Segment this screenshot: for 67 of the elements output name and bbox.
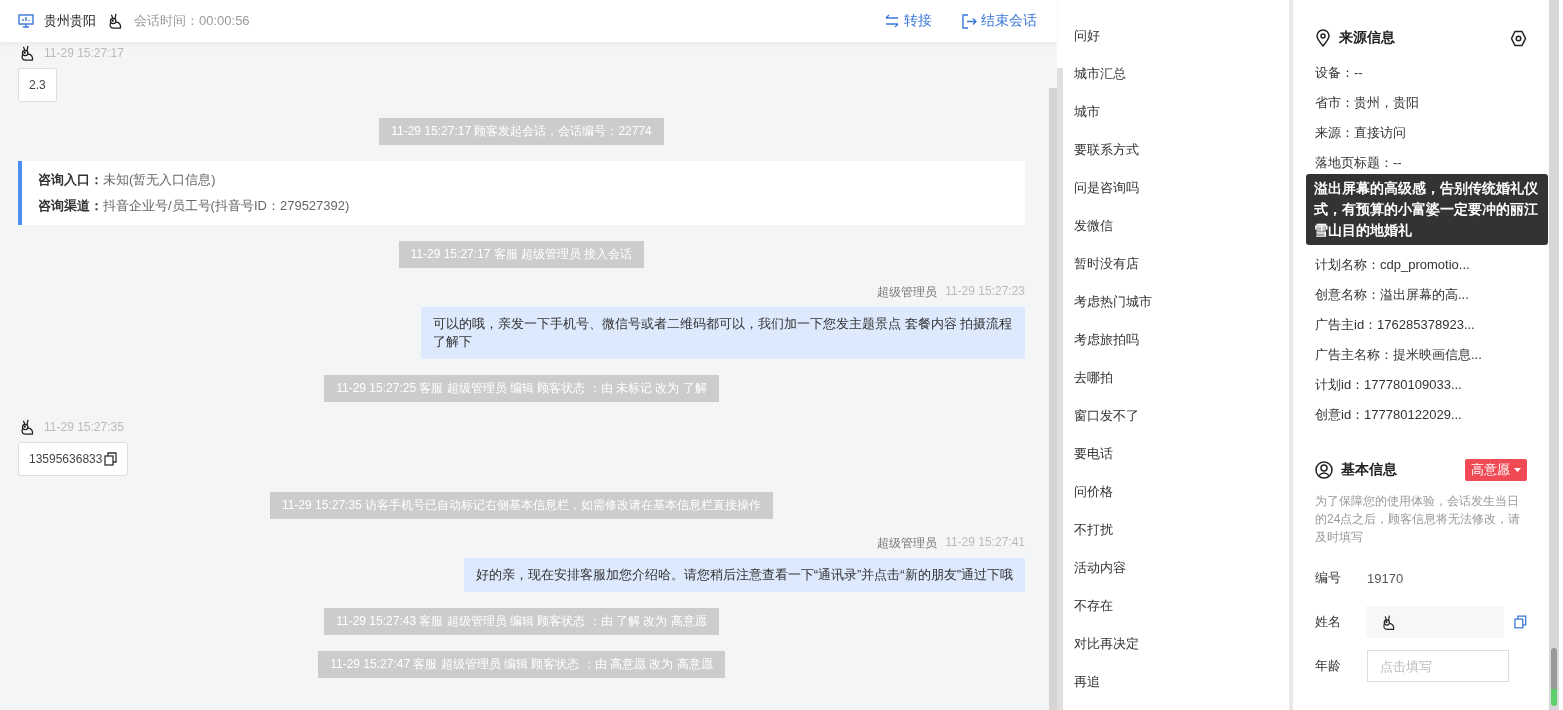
- message-bubble: 好的亲，现在安排客服加您介绍哈。请您稍后注意查看一下“通讯录”并点击“新的朋友”通过下哦: [463, 558, 1025, 592]
- info-row-text: 省市：贵州，贵阳: [1315, 94, 1420, 112]
- transfer-button[interactable]: 转接: [884, 12, 932, 30]
- message-time: 11-29 15:27:41: [945, 535, 1025, 551]
- swap-icon: [884, 14, 900, 28]
- notice-text: 为了保障您的使用体验，会话发生当日的24点之后，顾客信息将无法修改，请及时填写: [1315, 493, 1522, 546]
- info-row-text: 计划名称：cdp_promotio...: [1315, 256, 1471, 274]
- session-time: 会话时间：00:00:56: [134, 12, 250, 30]
- info-row-text: 设备：--: [1315, 64, 1364, 82]
- quick-reply-item[interactable]: 再追: [1065, 663, 1289, 701]
- info-line: 咨询渠道：抖音企业号/员工号(抖音号ID：279527392): [38, 197, 351, 215]
- quick-reply-item[interactable]: 考虑旅拍吗: [1065, 321, 1289, 359]
- quick-reply-item[interactable]: 要联系方式: [1065, 131, 1289, 169]
- quick-reply-item[interactable]: 去哪拍: [1065, 359, 1289, 397]
- quick-reply-item[interactable]: 城市汇总: [1065, 55, 1289, 93]
- user-icon: [1315, 461, 1333, 479]
- message-time: 11-29 15:27:23: [945, 284, 1025, 300]
- quick-reply-item[interactable]: 问价格: [1065, 473, 1289, 511]
- message-bubble: 13595636833: [18, 442, 129, 476]
- sender-name: 超级管理员: [877, 284, 938, 301]
- section-title: 基本信息: [1341, 461, 1397, 479]
- quick-reply-item[interactable]: 城市: [1065, 93, 1289, 131]
- info-row-text: 计划id：177780109033...: [1315, 376, 1463, 394]
- name-field[interactable]: [1365, 606, 1505, 638]
- location-pin-icon: [1315, 29, 1331, 47]
- info-row-text: 创意id：177780122029...: [1315, 406, 1463, 424]
- info-row-text: 创意名称：溢出屏幕的高...: [1315, 286, 1470, 304]
- copy-icon[interactable]: [1514, 615, 1527, 629]
- caret-icon: [1514, 468, 1521, 472]
- message-bubble: 可以的哦，亲发一下手机号、微信号或者二维码都可以，我们加一下您发主题景点 套餐内容 拍摄流程了解下: [421, 307, 1025, 359]
- status-dropdown[interactable]: 高意愿: [1465, 459, 1527, 481]
- info-line: 咨询入口：未知(暂无入口信息): [38, 171, 217, 189]
- message-time: 11-29 15:27:17: [44, 46, 124, 60]
- info-row-text: 来源：直接访问: [1315, 124, 1407, 142]
- copy-icon[interactable]: [104, 452, 118, 466]
- quick-reply-item[interactable]: 要电话: [1065, 435, 1289, 473]
- quick-reply-item[interactable]: 对比再决定: [1065, 625, 1289, 663]
- end-button[interactable]: 结束会话: [962, 12, 1037, 30]
- field-label: 姓名: [1315, 613, 1342, 631]
- field-value: 19170: [1367, 570, 1404, 586]
- field-label: 年龄: [1315, 657, 1342, 675]
- avatar-icon: [106, 12, 124, 30]
- info-row-text: 落地页标题：--: [1315, 154, 1403, 172]
- quick-reply-item[interactable]: 不打扰: [1065, 511, 1289, 549]
- quick-reply-item[interactable]: 窗口发不了: [1065, 397, 1289, 435]
- field-label: 编号: [1315, 569, 1342, 587]
- age-input[interactable]: 点击填写: [1367, 650, 1509, 682]
- sender-name: 超级管理员: [877, 535, 938, 552]
- avatar-icon: [18, 44, 36, 62]
- section-title: 来源信息: [1339, 29, 1395, 47]
- info-row-text: 广告主名称：提米映画信息...: [1315, 346, 1483, 364]
- message-time: 11-29 15:27:35: [44, 420, 124, 434]
- quick-reply-item[interactable]: 暂时没有店: [1065, 245, 1289, 283]
- exit-icon: [962, 13, 977, 29]
- quick-reply-item[interactable]: 发微信: [1065, 207, 1289, 245]
- quick-reply-item[interactable]: 考虑热门城市: [1065, 283, 1289, 321]
- avatar-icon: [18, 418, 36, 436]
- monitor-icon: [18, 14, 34, 28]
- quick-reply-item[interactable]: 不存在: [1065, 587, 1289, 625]
- location-text: 贵州贵阳: [44, 12, 96, 30]
- quick-reply-item[interactable]: 问是咨询吗: [1065, 169, 1289, 207]
- settings-icon[interactable]: [1510, 29, 1527, 47]
- message-bubble: 2.3: [18, 68, 57, 102]
- info-row-text: 广告主id：176285378923...: [1315, 316, 1476, 334]
- tooltip: 溢出屏幕的高级感，告别传统婚礼仪式，有预算的小富婆一定要冲的丽江雪山目的地婚礼: [1306, 174, 1548, 245]
- quick-reply-item[interactable]: 活动内容: [1065, 549, 1289, 587]
- quick-reply-item[interactable]: 问好: [1065, 17, 1289, 55]
